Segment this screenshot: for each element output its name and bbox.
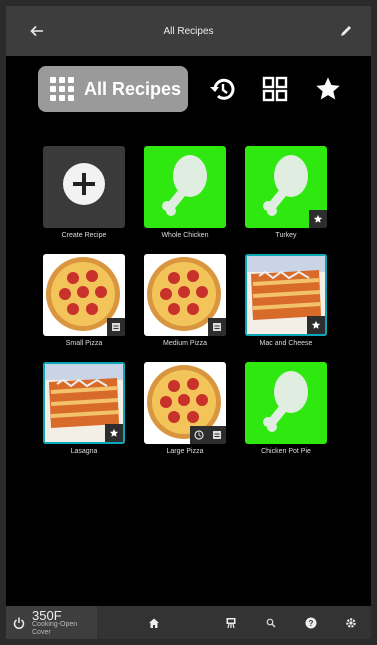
category-bar: All Recipes <box>6 64 371 124</box>
recipe-tile-lasagna[interactable]: Lasagna <box>43 362 125 455</box>
bottom-bar: 350F Cooking-Open Cover ? <box>6 606 371 639</box>
edit-button[interactable] <box>331 6 361 56</box>
star-icon <box>313 214 323 223</box>
recipe-name: Chicken Pot Pie <box>261 448 311 455</box>
recipe-tile-small-pizza[interactable]: Small Pizza <box>43 254 125 347</box>
star-icon <box>109 428 119 437</box>
recipe-name: Whole Chicken <box>161 232 209 239</box>
recipe-tile-create[interactable]: Create Recipe <box>43 146 125 239</box>
recipe-image <box>245 254 327 336</box>
favorite-badge <box>307 316 325 334</box>
recipe-tile-large-pizza[interactable]: Large Pizza <box>144 362 226 455</box>
all-recipes-tab-label: All Recipes <box>84 78 182 99</box>
drumstick-icon <box>162 155 207 216</box>
grid-dots-icon <box>50 77 74 101</box>
recipe-name: Lasagna <box>70 448 98 455</box>
svg-text:?: ? <box>309 619 314 628</box>
settings-icon <box>346 617 356 628</box>
top-bar: All Recipes <box>6 6 371 56</box>
settings-button[interactable] <box>331 606 371 639</box>
favorite-badge <box>105 424 123 442</box>
grill-button[interactable] <box>211 606 251 639</box>
power-icon <box>13 617 25 629</box>
list-badge <box>208 318 226 336</box>
recipe-image <box>144 146 226 228</box>
star-icon <box>316 77 340 100</box>
plus-icon <box>63 163 105 205</box>
pencil-icon <box>341 26 351 36</box>
home-icon <box>149 618 159 628</box>
help-icon: ? <box>305 617 317 628</box>
recipe-image <box>43 146 125 228</box>
recipe-name: Small Pizza <box>65 340 103 347</box>
all-recipes-tab[interactable]: All Recipes <box>38 66 188 112</box>
recipe-name: Large Pizza <box>166 448 204 455</box>
recipe-tile-chicken-pot-pie[interactable]: Chicken Pot Pie <box>245 362 327 455</box>
grill-status[interactable]: 350F Cooking-Open Cover <box>6 606 97 639</box>
grid-view-icon <box>262 76 288 102</box>
history-icon <box>210 78 235 100</box>
clock-icon <box>194 430 204 440</box>
recipe-name: Create Recipe <box>61 232 107 239</box>
list-icon <box>112 323 120 331</box>
grid-view-tab[interactable] <box>253 66 297 112</box>
recipe-image <box>245 362 327 444</box>
recipe-image <box>43 362 125 444</box>
star-icon <box>311 320 321 329</box>
grill-state: Cooking-Open Cover <box>32 621 78 636</box>
list-icon <box>213 323 221 331</box>
recipe-name: Mac and Cheese <box>259 340 313 347</box>
recipe-name: Turkey <box>275 232 297 239</box>
history-tab[interactable] <box>200 66 244 112</box>
recipe-image <box>245 146 327 228</box>
list-badge <box>208 426 226 444</box>
list-icon <box>213 431 221 439</box>
recipe-tile-whole-chicken[interactable]: Whole Chicken <box>144 146 226 239</box>
grill-icon <box>226 617 236 628</box>
search-icon <box>266 618 276 627</box>
arrow-left-icon <box>30 25 43 37</box>
list-badge <box>107 318 125 336</box>
page-title: All Recipes <box>163 25 214 37</box>
drumstick-icon <box>263 371 308 432</box>
favorite-badge <box>309 210 327 228</box>
search-button[interactable] <box>251 606 291 639</box>
recipe-tile-turkey[interactable]: Turkey <box>245 146 327 239</box>
recipe-image <box>43 254 125 336</box>
recipe-tile-mac-and-cheese[interactable]: Mac and Cheese <box>245 254 327 347</box>
recipe-tile-medium-pizza[interactable]: Medium Pizza <box>144 254 226 347</box>
back-button[interactable] <box>22 6 52 56</box>
home-button[interactable] <box>97 606 211 639</box>
recipe-image <box>144 254 226 336</box>
favorites-tab[interactable] <box>306 66 350 112</box>
screen: All Recipes All Recipes Create Recipe Wh… <box>6 6 371 639</box>
help-button[interactable]: ? <box>291 606 331 639</box>
recipe-name: Medium Pizza <box>163 340 207 347</box>
timer-badge <box>190 426 208 444</box>
recipe-image <box>144 362 226 444</box>
